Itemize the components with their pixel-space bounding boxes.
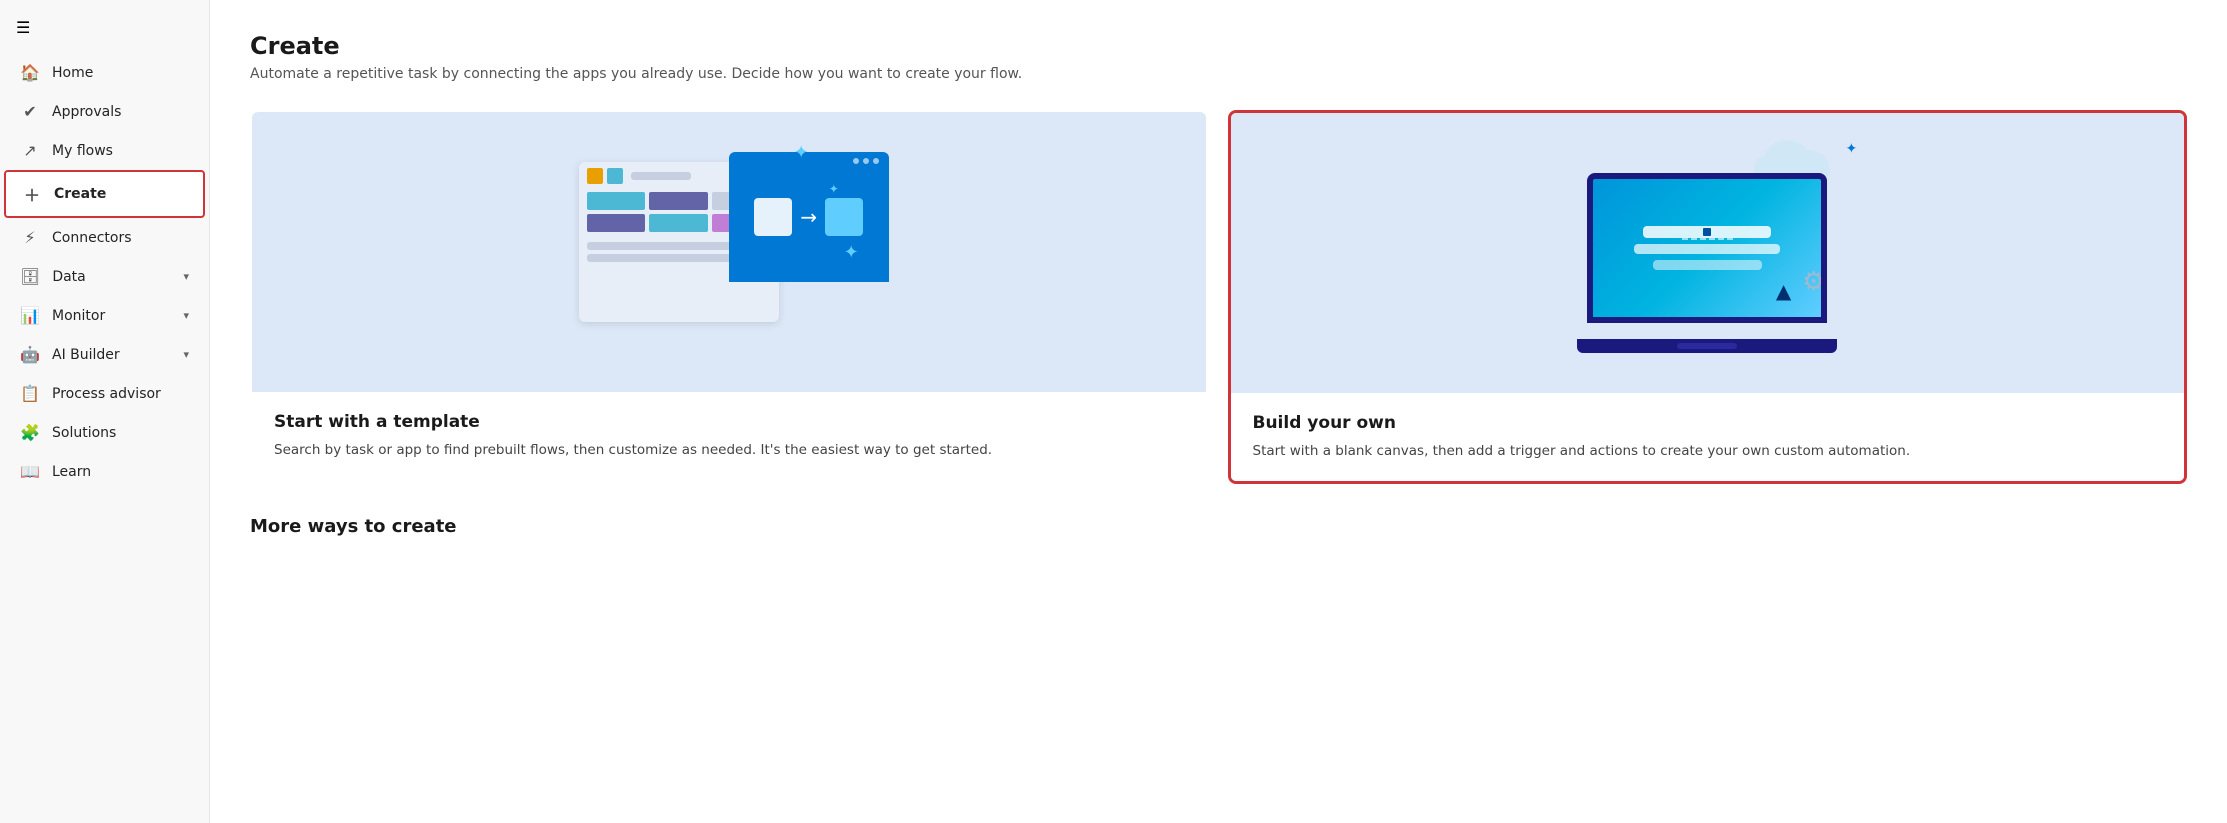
more-ways-title: More ways to create	[250, 516, 2187, 537]
sparkle-icon: ✦	[844, 242, 859, 263]
template-screen: →	[729, 152, 889, 282]
sidebar-item-connectors[interactable]: ⚡ Connectors	[4, 218, 205, 257]
create-icon: ＋	[22, 182, 42, 206]
build-own-card-title: Build your own	[1253, 413, 2163, 433]
sidebar-item-label: Create	[54, 186, 106, 202]
sidebar-item-approvals[interactable]: ✔ Approvals	[4, 92, 205, 131]
chevron-down-icon: ▾	[183, 270, 189, 283]
build-own-card[interactable]: ✦	[1228, 110, 2188, 484]
sidebar-item-process-advisor[interactable]: 📋 Process advisor	[4, 374, 205, 413]
sparkle-icon: ✦	[829, 182, 839, 196]
sidebar-item-monitor[interactable]: 📊 Monitor ▾	[4, 296, 205, 335]
ai-builder-icon: 🤖	[20, 345, 40, 364]
template-illustration: → ✦ ✦ ✦	[569, 142, 889, 362]
sidebar: ☰ 🏠 Home ✔ Approvals ↗ My flows ＋ Create…	[0, 0, 210, 823]
sidebar-item-label: AI Builder	[52, 347, 120, 363]
sidebar-item-label: Connectors	[52, 230, 132, 246]
sparkle-icon: ✦	[794, 142, 809, 163]
hamburger-button[interactable]: ☰	[0, 8, 209, 53]
sidebar-item-ai-builder[interactable]: 🤖 AI Builder ▾	[4, 335, 205, 374]
cards-row: → ✦ ✦ ✦	[250, 110, 2187, 484]
template-card-desc: Search by task or app to find prebuilt f…	[274, 440, 1184, 460]
gear-icon: ⚙	[1802, 267, 1825, 297]
sidebar-item-label: Monitor	[52, 308, 105, 324]
sidebar-item-label: My flows	[52, 143, 113, 159]
build-own-card-desc: Start with a blank canvas, then add a tr…	[1253, 441, 2163, 461]
sidebar-item-solutions[interactable]: 🧩 Solutions	[4, 413, 205, 452]
page-subtitle: Automate a repetitive task by connecting…	[250, 66, 2187, 82]
sidebar-item-create[interactable]: ＋ Create	[4, 170, 205, 218]
approvals-icon: ✔	[20, 102, 40, 121]
build-own-card-image: ✦	[1231, 113, 2185, 393]
sidebar-item-data[interactable]: 🗄 Data ▾	[4, 257, 205, 296]
hamburger-icon: ☰	[16, 18, 30, 37]
build-own-card-body: Build your own Start with a blank canvas…	[1231, 393, 2185, 481]
learn-icon: 📖	[20, 462, 40, 481]
cursor-icon: ▲	[1776, 279, 1791, 303]
chevron-down-icon: ▾	[183, 309, 189, 322]
sidebar-item-label: Approvals	[52, 104, 121, 120]
solutions-icon: 🧩	[20, 423, 40, 442]
sidebar-item-label: Solutions	[52, 425, 116, 441]
template-card-body: Start with a template Search by task or …	[252, 392, 1206, 480]
my-flows-icon: ↗	[20, 141, 40, 160]
laptop: ⚙ ▲	[1577, 173, 1837, 353]
sparkle-icon: ✦	[1846, 141, 1858, 157]
sidebar-item-my-flows[interactable]: ↗ My flows	[4, 131, 205, 170]
sidebar-item-home[interactable]: 🏠 Home	[4, 53, 205, 92]
main-content: Create Automate a repetitive task by con…	[210, 0, 2227, 823]
monitor-icon: 📊	[20, 306, 40, 325]
chevron-down-icon: ▾	[183, 348, 189, 361]
laptop-base	[1577, 339, 1837, 353]
template-card-image: → ✦ ✦ ✦	[252, 112, 1206, 392]
build-illustration: ✦	[1547, 133, 1867, 353]
laptop-screen: ⚙ ▲	[1587, 173, 1827, 323]
sidebar-item-label: Process advisor	[52, 386, 161, 402]
sidebar-item-label: Data	[52, 269, 85, 285]
sidebar-item-learn[interactable]: 📖 Learn	[4, 452, 205, 491]
sidebar-item-label: Home	[52, 65, 93, 81]
home-icon: 🏠	[20, 63, 40, 82]
data-icon: 🗄	[20, 267, 40, 286]
template-card[interactable]: → ✦ ✦ ✦	[250, 110, 1208, 484]
page-title: Create	[250, 32, 2187, 60]
template-card-title: Start with a template	[274, 412, 1184, 432]
sidebar-item-label: Learn	[52, 464, 91, 480]
connectors-icon: ⚡	[20, 228, 40, 247]
process-advisor-icon: 📋	[20, 384, 40, 403]
